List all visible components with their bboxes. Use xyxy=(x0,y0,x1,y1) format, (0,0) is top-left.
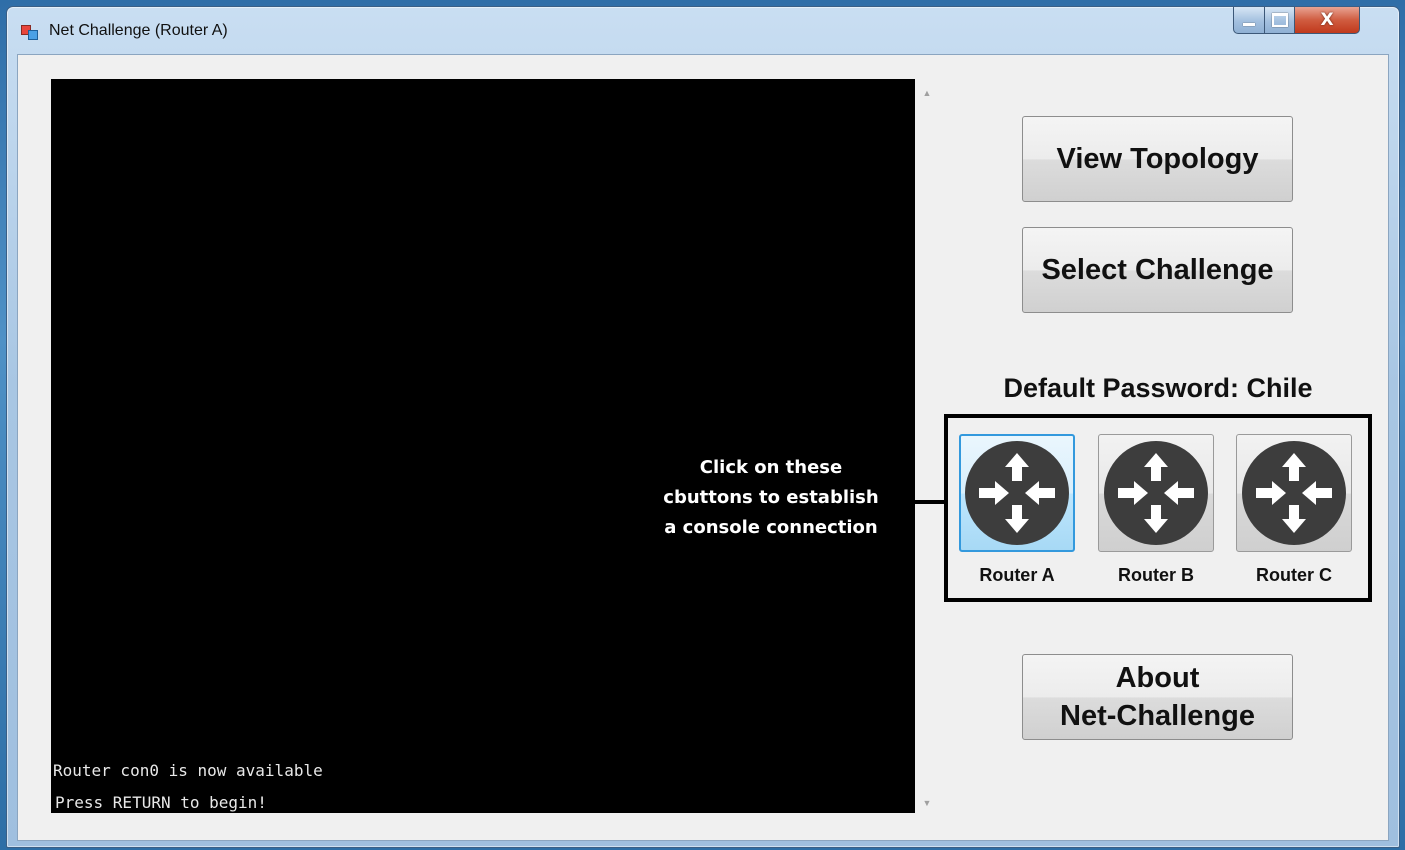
minimize-button[interactable] xyxy=(1233,7,1265,34)
annotation-line: Click on these xyxy=(699,457,843,478)
router-c-label: Router C xyxy=(1256,565,1332,585)
scroll-up-arrow-icon[interactable]: ▲ xyxy=(915,83,939,103)
annotation-line: cbuttons to establish xyxy=(663,487,879,508)
close-icon: X xyxy=(1320,10,1334,30)
about-button-line: About xyxy=(1115,662,1200,694)
window-title: Net Challenge (Router A) xyxy=(49,22,228,39)
scroll-down-arrow-icon[interactable]: ▼ xyxy=(915,793,939,813)
router-c-button[interactable] xyxy=(1236,434,1352,552)
about-net-challenge-button[interactable]: About Net-Challenge xyxy=(1022,654,1293,740)
console-line: Press RETURN to begin! xyxy=(55,793,267,812)
console-scrollbar[interactable]: ▲ ▼ xyxy=(915,79,939,813)
router-b-button[interactable] xyxy=(1098,434,1214,552)
select-challenge-button[interactable]: Select Challenge xyxy=(1022,227,1293,313)
minimize-icon xyxy=(1243,22,1255,26)
router-a-button[interactable] xyxy=(959,434,1075,552)
default-password-label: Default Password: Chile xyxy=(1003,373,1313,403)
router-icon xyxy=(1104,441,1208,545)
about-button-line: Net-Challenge xyxy=(1060,700,1255,732)
console-annotation: Click on these cbuttons to establish a c… xyxy=(636,453,906,543)
router-icon xyxy=(965,441,1069,545)
router-b-label: Router B xyxy=(1118,565,1194,585)
client-area: Router con0 is now available Press RETUR… xyxy=(17,54,1389,841)
maximize-icon xyxy=(1271,13,1288,27)
app-window: Net Challenge (Router A) X Router con0 i… xyxy=(6,6,1400,848)
title-bar[interactable]: Net Challenge (Router A) X xyxy=(7,7,1399,53)
router-a-label: Router A xyxy=(979,565,1055,585)
console-terminal[interactable]: Router con0 is now available Press RETUR… xyxy=(51,79,915,813)
annotation-pointer-line xyxy=(886,500,946,504)
console-line: Router con0 is now available xyxy=(53,761,323,780)
view-topology-button[interactable]: View Topology xyxy=(1022,116,1293,202)
close-button[interactable]: X xyxy=(1295,7,1360,34)
annotation-line: a console connection xyxy=(664,517,878,538)
router-icon xyxy=(1242,441,1346,545)
maximize-button[interactable] xyxy=(1265,7,1295,34)
router-selector-box: Router A Router B Router C xyxy=(944,414,1372,602)
caption-buttons: X xyxy=(1233,7,1390,35)
app-icon[interactable] xyxy=(21,25,38,40)
